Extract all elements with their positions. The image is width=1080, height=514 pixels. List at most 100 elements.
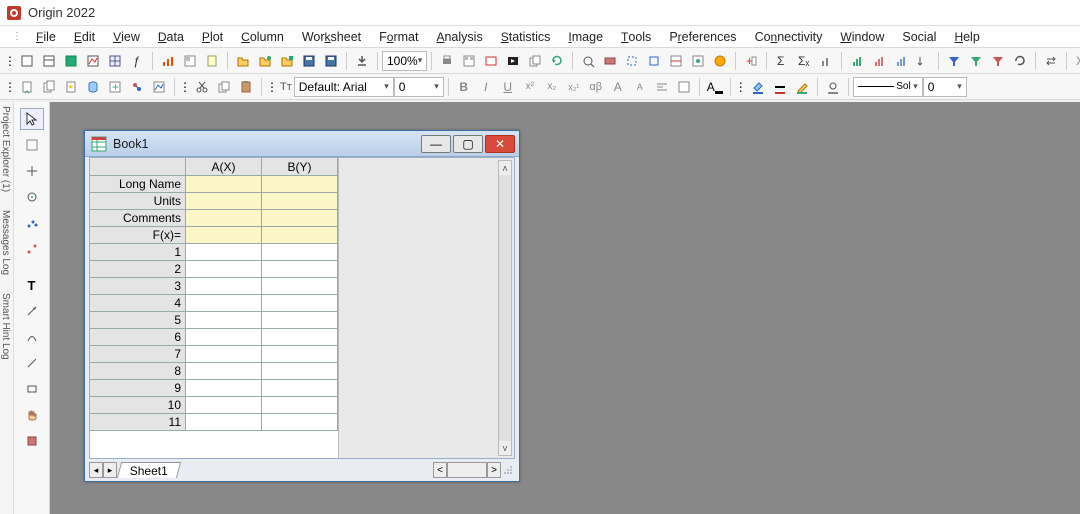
hand-tool-icon[interactable] (20, 404, 44, 426)
dock-label-smart-hint[interactable]: Smart Hint Log (0, 289, 11, 364)
plot-menu-icon[interactable] (149, 77, 169, 97)
close-button[interactable]: ✕ (485, 135, 515, 153)
row-header[interactable]: 8 (90, 363, 186, 379)
cell[interactable] (186, 329, 262, 345)
rect-tool-icon[interactable] (20, 378, 44, 400)
cell[interactable] (262, 210, 338, 226)
row-header[interactable]: 4 (90, 295, 186, 311)
tab-icon[interactable] (674, 77, 694, 97)
save-icon[interactable] (299, 51, 319, 71)
add-col-icon[interactable]: + (741, 51, 761, 71)
cell[interactable] (262, 380, 338, 396)
dock-label-messages-log[interactable]: Messages Log (0, 206, 11, 279)
worksheet-grid[interactable]: A(X) B(Y) Long Name Units Comments F(x)=… (90, 158, 338, 458)
print-icon[interactable] (437, 51, 457, 71)
cell[interactable] (262, 227, 338, 243)
cell[interactable] (262, 278, 338, 294)
menu-statistics[interactable]: Statistics (493, 28, 559, 46)
pencolor-icon[interactable] (792, 77, 812, 97)
menu-file[interactable]: File (28, 28, 64, 46)
menu-analysis[interactable]: Analysis (428, 28, 490, 46)
bigger-icon[interactable]: A (608, 77, 628, 97)
sheet-nav-next[interactable]: ▸ (103, 462, 117, 478)
link-icon[interactable] (127, 77, 147, 97)
cell[interactable] (262, 244, 338, 260)
stats2-icon[interactable]: Σₓ (794, 51, 814, 71)
col-header-a[interactable]: A(X) (186, 158, 262, 175)
cell[interactable] (186, 295, 262, 311)
menu-window[interactable]: Window (832, 28, 892, 46)
row-header[interactable]: 7 (90, 346, 186, 362)
pointer-icon[interactable] (20, 108, 44, 130)
cell[interactable] (262, 193, 338, 209)
cell[interactable] (186, 244, 262, 260)
spark1-icon[interactable] (847, 51, 867, 71)
row-header[interactable]: 3 (90, 278, 186, 294)
new-notes-icon[interactable] (202, 51, 222, 71)
cell[interactable] (186, 227, 262, 243)
cell[interactable] (262, 312, 338, 328)
sheet-nav-prev[interactable]: ◂ (89, 462, 103, 478)
row-header[interactable]: 10 (90, 397, 186, 413)
italic-icon[interactable]: I (476, 77, 496, 97)
sub-icon[interactable]: x₂ (542, 77, 562, 97)
row-header-units[interactable]: Units (90, 193, 186, 209)
open-icon[interactable] (233, 51, 253, 71)
new-excel-icon[interactable] (61, 51, 81, 71)
open-excel-icon[interactable] (277, 51, 297, 71)
linewidth-selector[interactable]: 0 (923, 77, 967, 97)
duplicate-icon[interactable] (525, 51, 545, 71)
menu-connectivity[interactable]: Connectivity (747, 28, 831, 46)
reader-tool-icon[interactable] (20, 186, 44, 208)
maximize-button[interactable]: ▢ (453, 135, 483, 153)
menu-help[interactable]: Help (946, 28, 987, 46)
menu-view[interactable]: View (105, 28, 148, 46)
new-workbook-icon[interactable] (39, 51, 59, 71)
cell[interactable] (262, 414, 338, 430)
import-icon[interactable] (352, 51, 372, 71)
row-header-fx[interactable]: F(x)= (90, 227, 186, 243)
cell[interactable] (262, 397, 338, 413)
cell[interactable] (186, 380, 262, 396)
menu-tools[interactable]: Tools (613, 28, 659, 46)
cell[interactable] (186, 210, 262, 226)
row-header[interactable]: 2 (90, 261, 186, 277)
menu-image[interactable]: Image (560, 28, 611, 46)
cell[interactable] (186, 261, 262, 277)
resize-grip-icon[interactable] (501, 462, 515, 478)
underline-icon[interactable]: U (498, 77, 518, 97)
cell[interactable] (186, 193, 262, 209)
new-graph-icon[interactable] (83, 51, 103, 71)
smaller-icon[interactable]: A (630, 77, 650, 97)
dock-label-project-explorer[interactable]: Project Explorer (1) (0, 102, 11, 196)
gadget2-icon[interactable] (688, 51, 708, 71)
text-tool-icon[interactable]: T (20, 274, 44, 296)
col-header-b[interactable]: B(Y) (262, 158, 338, 175)
vertical-scrollbar[interactable]: ʌ v (498, 160, 512, 456)
cell[interactable] (186, 346, 262, 362)
spark3-icon[interactable] (891, 51, 911, 71)
sheet-tab[interactable]: Sheet1 (117, 462, 181, 478)
filter-on-icon[interactable] (966, 51, 986, 71)
hscroll-next[interactable]: > (487, 462, 501, 478)
paste-icon[interactable] (236, 77, 256, 97)
cell[interactable] (262, 363, 338, 379)
menu-edit[interactable]: Edit (66, 28, 103, 46)
stats-icon[interactable]: Σ (772, 51, 792, 71)
minimize-button[interactable]: — (421, 135, 451, 153)
sup-icon[interactable]: x² (520, 77, 540, 97)
corner-cell[interactable] (90, 158, 186, 175)
lock-icon[interactable] (710, 51, 730, 71)
import-wiz-icon[interactable] (61, 77, 81, 97)
supsub-icon[interactable]: x₂¹ (564, 77, 584, 97)
menu-data[interactable]: Data (150, 28, 192, 46)
mask-icon[interactable] (600, 51, 620, 71)
fontcolor-icon[interactable]: A (705, 77, 725, 97)
thumbnail-icon[interactable] (459, 51, 479, 71)
bold-icon[interactable]: B (454, 77, 474, 97)
cell[interactable] (186, 363, 262, 379)
cell[interactable] (262, 295, 338, 311)
cell[interactable] (186, 397, 262, 413)
fillcolor-icon[interactable] (748, 77, 768, 97)
slide-icon[interactable] (481, 51, 501, 71)
